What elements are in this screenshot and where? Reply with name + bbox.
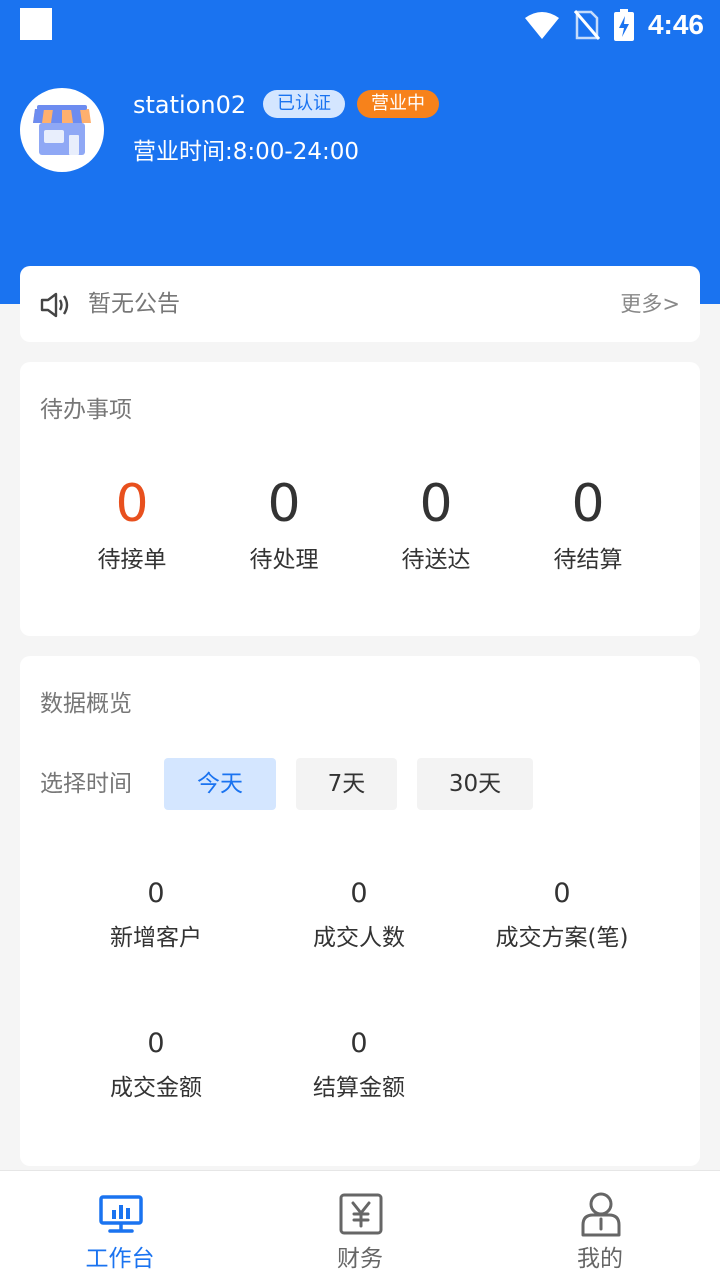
time-option-7days[interactable]: 7天 bbox=[296, 758, 397, 810]
status-icons: 4:46 bbox=[524, 6, 704, 44]
time-select-label: 选择时间 bbox=[40, 771, 132, 797]
todo-label: 待接单 bbox=[97, 547, 167, 573]
store-avatar[interactable] bbox=[20, 88, 104, 172]
verified-badge: 已认证 bbox=[263, 90, 345, 118]
todo-grid: 0 待接单 0 待处理 0 待送达 0 待结算 bbox=[56, 472, 664, 576]
bottom-tab-bar: 工作台 财务 我的 bbox=[0, 1170, 720, 1281]
stat-label: 成交金额 bbox=[110, 1075, 202, 1101]
todo-item-pending-process[interactable]: 0 待处理 bbox=[208, 472, 360, 576]
todo-label: 待处理 bbox=[249, 547, 319, 573]
stat-value: 0 bbox=[350, 878, 368, 909]
stat-label: 结算金额 bbox=[313, 1075, 405, 1101]
todo-count: 0 bbox=[571, 474, 605, 534]
todo-item-pending-accept[interactable]: 0 待接单 bbox=[56, 472, 208, 576]
stat-new-customers: 0 新增客户 bbox=[56, 876, 256, 954]
yen-icon bbox=[339, 1193, 383, 1235]
stat-value: 0 bbox=[147, 1028, 165, 1059]
stat-label: 成交人数 bbox=[313, 925, 405, 951]
todo-item-pending-settlement[interactable]: 0 待结算 bbox=[512, 472, 664, 576]
shop-icon bbox=[33, 105, 91, 155]
stat-label: 成交方案(笔) bbox=[495, 925, 629, 951]
tab-label: 财务 bbox=[337, 1246, 383, 1272]
stat-settlement-amount: 0 结算金额 bbox=[259, 1026, 459, 1104]
business-hours: 营业时间:8:00-24:00 bbox=[133, 139, 359, 165]
notice-text: 暂无公告 bbox=[88, 291, 180, 317]
store-name: station02 bbox=[133, 91, 247, 119]
open-status-badge: 营业中 bbox=[357, 90, 439, 118]
notice-bar[interactable]: 暂无公告 更多> bbox=[20, 266, 700, 342]
stat-value: 0 bbox=[553, 878, 571, 909]
stat-label: 新增客户 bbox=[110, 925, 202, 951]
person-icon bbox=[581, 1192, 621, 1237]
todo-label: 待送达 bbox=[401, 547, 471, 573]
stat-value: 0 bbox=[147, 878, 165, 909]
data-overview-card: 数据概览 选择时间 今天 7天 30天 0 新增客户 0 成交人数 0 成交方案… bbox=[20, 656, 700, 1166]
todo-item-pending-delivery[interactable]: 0 待送达 bbox=[360, 472, 512, 576]
stat-deal-plans: 0 成交方案(笔) bbox=[462, 876, 662, 954]
speaker-icon bbox=[40, 292, 69, 318]
time-option-today[interactable]: 今天 bbox=[164, 758, 276, 810]
clock: 4:46 bbox=[647, 9, 704, 40]
todo-count: 0 bbox=[115, 474, 149, 534]
monitor-chart-icon bbox=[99, 1195, 143, 1233]
status-bar: 4:46 bbox=[0, 0, 720, 50]
todo-card: 待办事项 0 待接单 0 待处理 0 待送达 0 待结算 bbox=[20, 362, 700, 636]
tab-workbench[interactable]: 工作台 bbox=[0, 1171, 240, 1281]
stat-value: 0 bbox=[350, 1028, 368, 1059]
battery-charging-icon bbox=[613, 9, 634, 41]
todo-label: 待结算 bbox=[553, 547, 623, 573]
notice-more-link[interactable]: 更多> bbox=[620, 288, 680, 320]
no-sim-icon bbox=[573, 10, 600, 40]
tab-label: 工作台 bbox=[85, 1246, 155, 1272]
tab-finance[interactable]: 财务 bbox=[240, 1171, 480, 1281]
tab-label: 我的 bbox=[577, 1246, 623, 1272]
time-option-30days[interactable]: 30天 bbox=[417, 758, 533, 810]
overview-title: 数据概览 bbox=[40, 691, 132, 717]
todo-count: 0 bbox=[419, 474, 453, 534]
todo-title: 待办事项 bbox=[40, 397, 132, 423]
tab-mine[interactable]: 我的 bbox=[480, 1171, 720, 1281]
notification-square-icon bbox=[20, 8, 52, 40]
todo-count: 0 bbox=[267, 474, 301, 534]
wifi-icon bbox=[524, 12, 559, 39]
stat-deal-people: 0 成交人数 bbox=[259, 876, 459, 954]
stat-deal-amount: 0 成交金额 bbox=[56, 1026, 256, 1104]
